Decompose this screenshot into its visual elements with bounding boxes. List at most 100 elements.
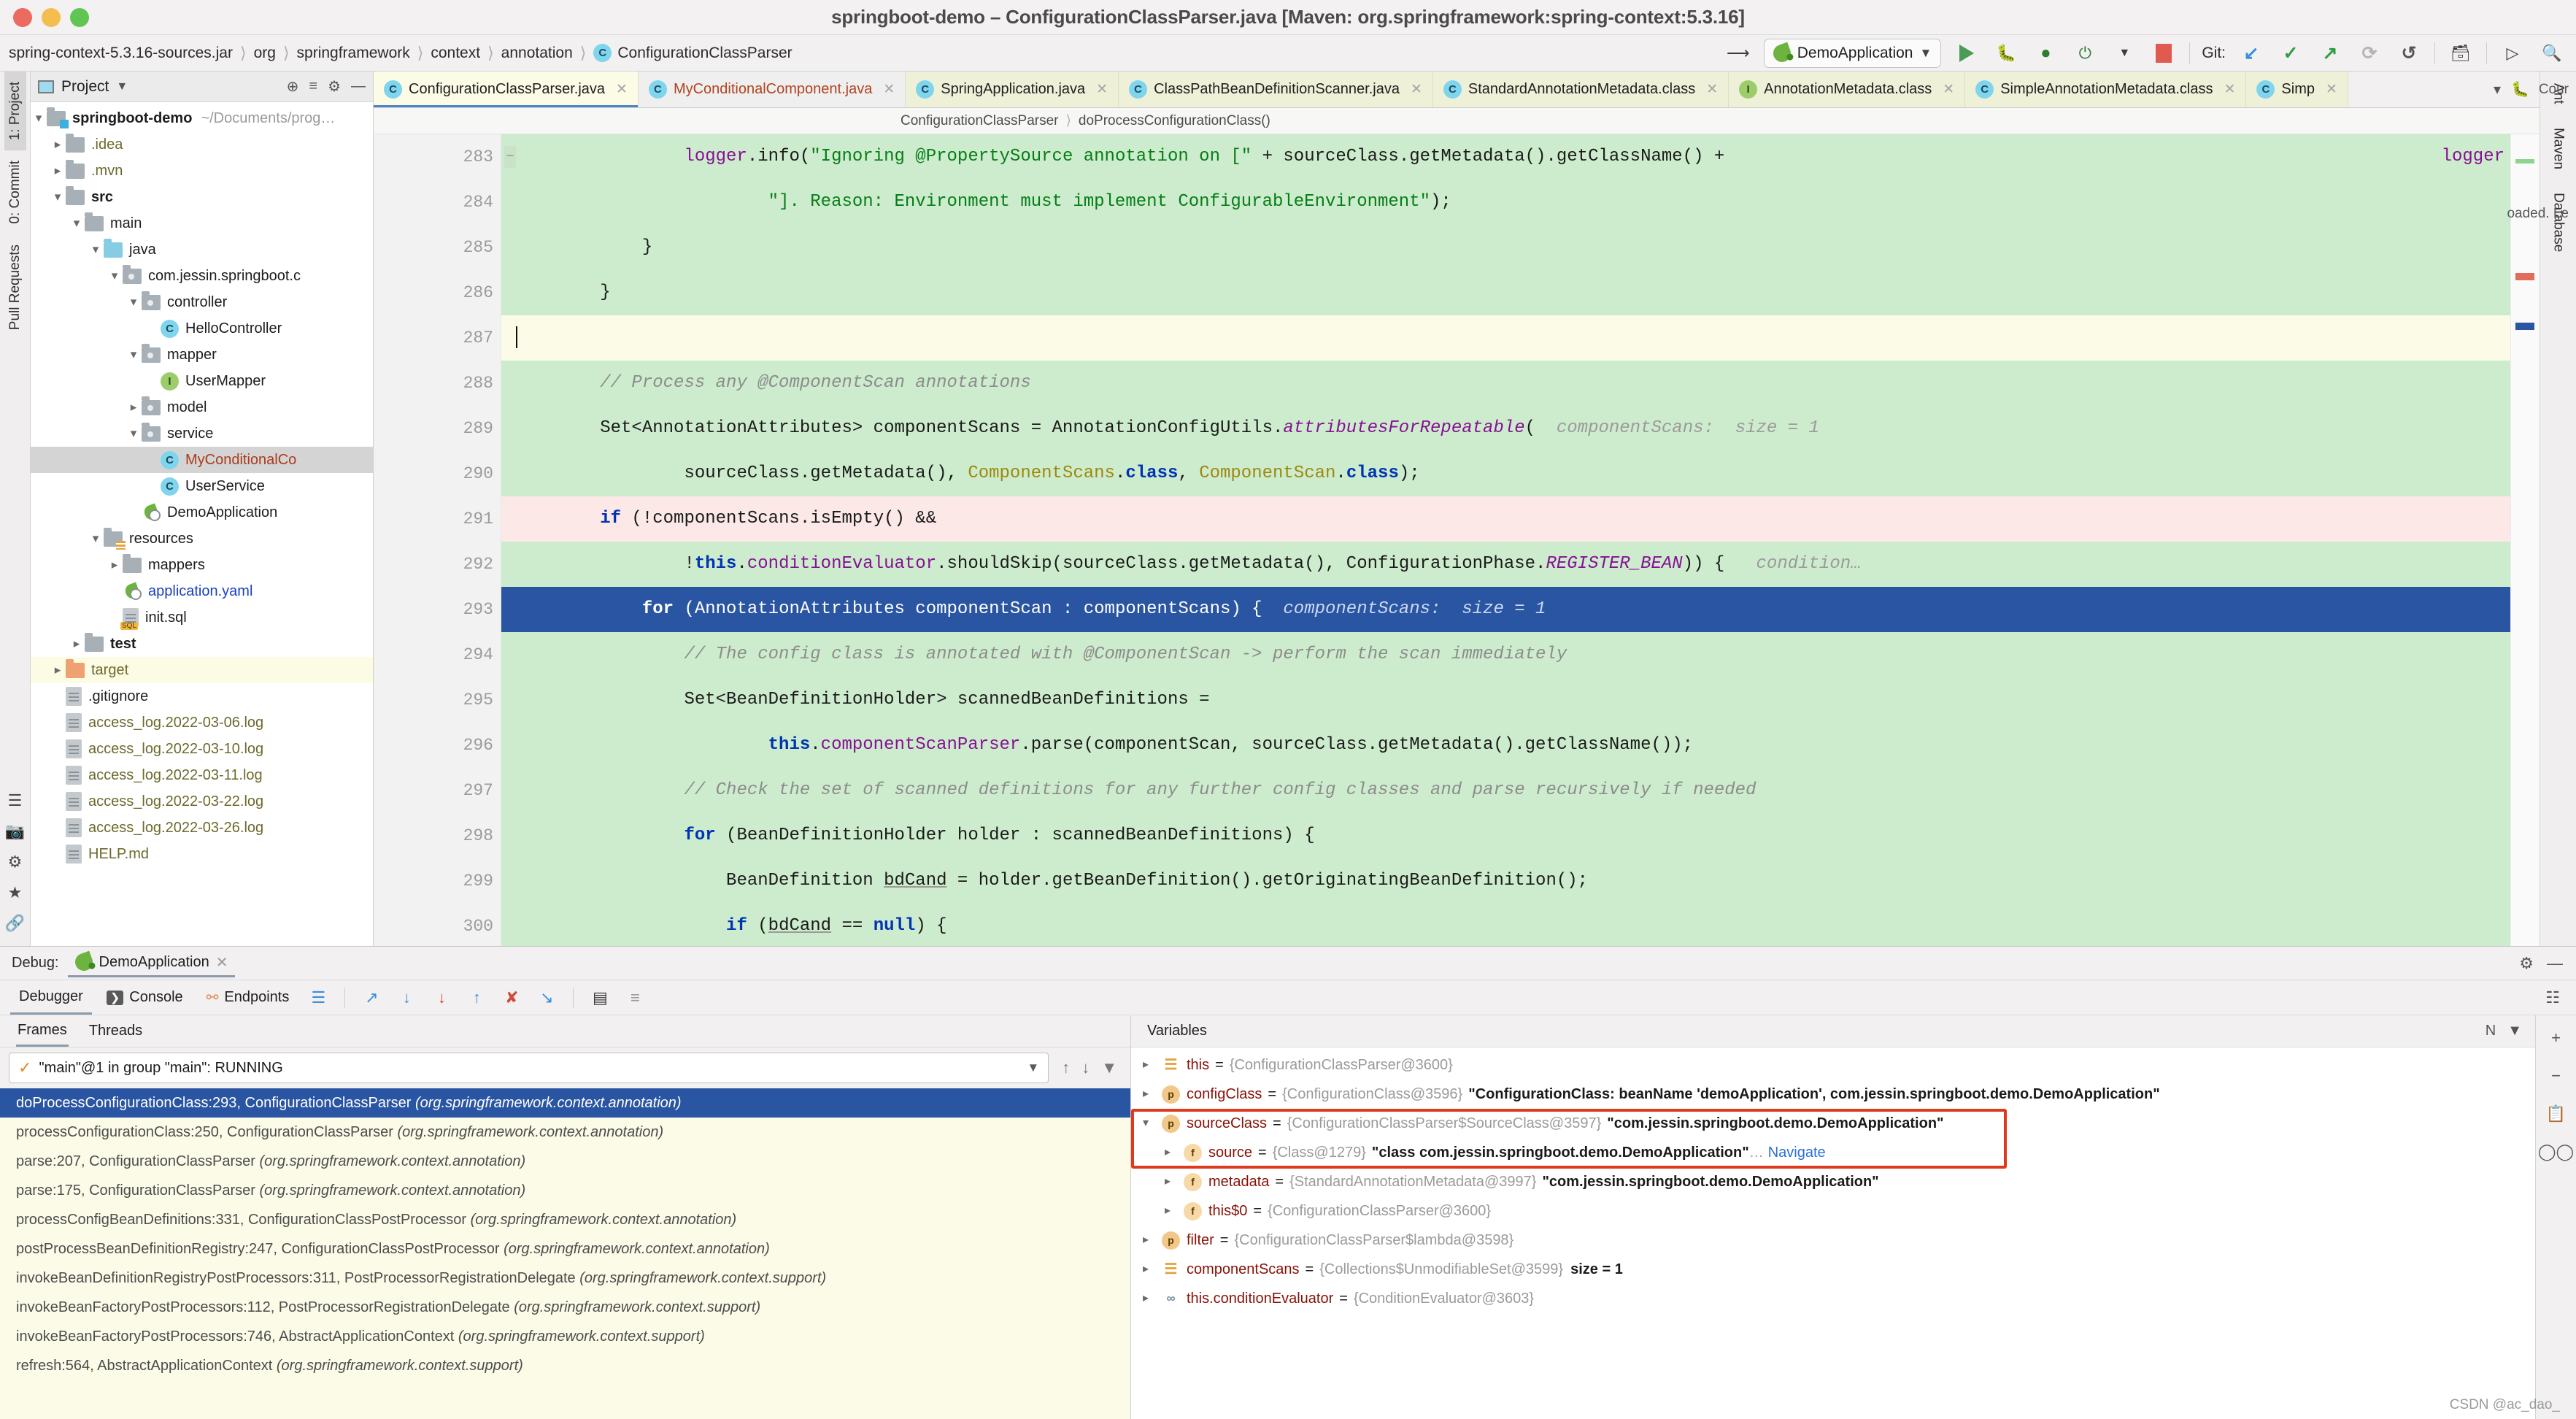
line-number[interactable]: 287 xyxy=(374,315,501,361)
chevron-down-icon[interactable]: ▾ xyxy=(126,426,142,441)
frame-row[interactable]: processConfigurationClass:250, Configura… xyxy=(0,1118,1130,1147)
variable-row[interactable]: ▾ p sourceClass = {ConfigurationClassParser$… xyxy=(1131,1109,2535,1138)
frame-row[interactable]: doProcessConfigurationClass:293, Configu… xyxy=(0,1088,1130,1118)
line-number[interactable]: 295 xyxy=(374,677,501,723)
git-rollback-icon[interactable]: ↺ xyxy=(2395,39,2423,68)
line-number[interactable]: 292 xyxy=(374,542,501,587)
mute-breakpoints-icon[interactable]: ☰ xyxy=(304,985,333,1011)
variable-row[interactable]: ▸ ☰ componentScans = {Collections$Unmodifiab… xyxy=(1131,1255,2535,1284)
code-line[interactable]: if (!componentScans.isEmpty() && xyxy=(501,496,2510,542)
frame-row[interactable]: invokeBeanFactoryPostProcessors:746, Abs… xyxy=(0,1322,1130,1351)
debug-layout-icon[interactable]: ☷ xyxy=(2545,988,2576,1007)
variable-row[interactable]: ▸ p filter = {ConfigurationClassParser$lambd… xyxy=(1131,1226,2535,1255)
line-number[interactable]: 299 xyxy=(374,858,501,904)
run-configuration-selector[interactable]: DemoApplication ▼ xyxy=(1763,38,1942,68)
close-icon[interactable]: ✕ xyxy=(2224,81,2235,98)
git-update-icon[interactable]: ↙ xyxy=(2237,39,2265,68)
camera-icon[interactable]: 📷 xyxy=(5,822,25,841)
line-number[interactable]: 289 xyxy=(374,406,501,451)
editor-tab[interactable]: I AnnotationMetadata.class ✕ xyxy=(1729,72,1966,107)
breadcrumb-item-context[interactable]: context xyxy=(431,45,480,62)
line-number[interactable]: 288 xyxy=(374,361,501,406)
run-to-cursor-icon[interactable]: ↘ xyxy=(532,985,561,1011)
tree-node[interactable]: ▾ mapper xyxy=(31,342,373,368)
code-lines[interactable]: logger.info("Ignoring @PropertySource an… xyxy=(501,134,2510,946)
line-number[interactable]: 294 xyxy=(374,632,501,677)
code-line[interactable]: } xyxy=(501,225,2510,270)
tree-node[interactable]: .gitignore xyxy=(31,683,373,710)
line-number[interactable]: 284 xyxy=(374,180,501,225)
close-icon[interactable]: ✕ xyxy=(883,81,895,98)
profile-icon[interactable]: ⏻ xyxy=(2071,39,2099,68)
chevron-down-icon[interactable]: ▾ xyxy=(31,111,47,126)
breadcrumb-item-class[interactable]: ConfigurationClassParser xyxy=(617,45,792,62)
line-number[interactable]: 291 xyxy=(374,496,524,542)
code-line[interactable]: sourceClass.getMetadata(), ComponentScan… xyxy=(501,451,2510,496)
close-icon[interactable]: ✕ xyxy=(2326,81,2337,98)
frame-row[interactable]: invokeBeanDefinitionRegistryPostProcesso… xyxy=(0,1264,1130,1293)
chevron-down-icon[interactable]: ▾ xyxy=(69,216,85,231)
tree-node[interactable]: application.yaml xyxy=(31,578,373,604)
tree-node[interactable]: ▾ controller xyxy=(31,289,373,315)
editor-tab[interactable]: C SpringApplication.java ✕ xyxy=(906,72,1119,107)
close-icon[interactable]: ✕ xyxy=(1096,81,1108,98)
frames-list[interactable]: doProcessConfigurationClass:293, Configu… xyxy=(0,1088,1130,1419)
tree-node[interactable]: access_log.2022-03-26.log xyxy=(31,815,373,841)
chevron-down-icon[interactable]: ▼ xyxy=(2507,1023,2522,1039)
code-line[interactable]: // The config class is annotated with @C… xyxy=(501,632,2510,677)
close-icon[interactable]: ✕ xyxy=(216,953,228,972)
chevron-right-icon[interactable]: ▸ xyxy=(1165,1167,1184,1196)
editor-breadcrumb-method[interactable]: doProcessConfigurationClass() xyxy=(1079,113,1270,129)
code-line[interactable]: !this.conditionEvaluator.shouldSkip(sour… xyxy=(501,146,2510,587)
chevron-right-icon[interactable]: ▸ xyxy=(50,137,66,152)
chevron-down-icon[interactable]: ▾ xyxy=(1143,1109,1162,1138)
chevron-right-icon[interactable]: ▸ xyxy=(69,637,85,651)
code-line[interactable]: if (bdCand == null) { xyxy=(501,146,2510,946)
tree-node[interactable]: init.sql xyxy=(31,604,373,631)
tree-node[interactable]: access_log.2022-03-06.log xyxy=(31,710,373,736)
debug-settings-icon[interactable]: ≡ xyxy=(620,985,649,1011)
git-commit-icon[interactable]: ✓ xyxy=(2277,39,2305,68)
thread-selector[interactable]: ✓ "main"@1 in group "main": RUNNING ▼ xyxy=(9,1053,1049,1083)
project-structure-icon[interactable]: 🗃 xyxy=(2447,39,2475,68)
close-icon[interactable]: ✕ xyxy=(1706,81,1718,98)
code-line[interactable] xyxy=(501,315,2510,361)
tab-frames[interactable]: Frames xyxy=(16,1016,69,1047)
step-into-icon[interactable]: ↓ xyxy=(392,985,421,1011)
line-number-gutter[interactable]: 2832842852862872882892902912922932942952… xyxy=(374,134,524,946)
chevron-right-icon[interactable]: ▸ xyxy=(1143,1255,1162,1284)
code-line[interactable]: Set<BeanDefinitionHolder> scannedBeanDef… xyxy=(501,677,2510,723)
tree-node[interactable]: access_log.2022-03-22.log xyxy=(31,788,373,815)
chevron-down-icon[interactable]: ▼ xyxy=(2110,39,2138,68)
step-over-icon[interactable]: ↗ xyxy=(357,985,386,1011)
tab-debugger[interactable]: Debugger xyxy=(10,981,92,1015)
variable-row[interactable]: ▸ ☰ this = {ConfigurationClassParser@3600} xyxy=(1131,1050,2535,1080)
breadcrumb-item-annotation[interactable]: annotation xyxy=(501,45,573,62)
sidebar-item-pull-requests[interactable]: Pull Requests xyxy=(4,234,26,340)
breadcrumb-item-springframework[interactable]: springframework xyxy=(297,45,410,62)
close-icon[interactable]: ✕ xyxy=(1943,81,1954,98)
step-out-icon[interactable]: ↑ xyxy=(462,985,491,1011)
chevron-right-icon[interactable]: ▸ xyxy=(1165,1138,1184,1167)
search-everywhere-icon[interactable]: 🔍 xyxy=(2538,39,2566,68)
chevron-down-icon[interactable]: ▼ xyxy=(1027,1061,1039,1075)
git-push-icon[interactable]: ↗ xyxy=(2316,39,2344,68)
line-number[interactable]: 290 xyxy=(374,451,501,496)
tree-node[interactable]: ▾ src xyxy=(31,184,373,210)
sidebar-item-database[interactable]: Database xyxy=(2548,181,2569,264)
close-icon[interactable]: ✕ xyxy=(1411,81,1422,98)
frame-down-icon[interactable]: ↓ xyxy=(1081,1058,1090,1077)
chevron-down-icon[interactable]: ▾ xyxy=(88,531,104,546)
editor-tab[interactable]: C ConfigurationClassParser.java ✕ xyxy=(374,72,639,107)
tree-node[interactable]: I UserMapper xyxy=(31,368,373,394)
back-arrow-icon[interactable]: ⟶ xyxy=(1724,39,1752,68)
line-number[interactable]: 297 xyxy=(374,768,501,813)
variables-list[interactable]: ▸ ☰ this = {ConfigurationClassParser@3600} ▸ p… xyxy=(1131,1047,2535,1419)
frame-row[interactable]: refresh:564, AbstractApplicationContext … xyxy=(0,1351,1130,1380)
tree-node[interactable]: C MyConditionalCo xyxy=(31,447,373,473)
chevron-down-icon[interactable]: ▾ xyxy=(126,347,142,362)
filter-icon[interactable]: ▼ xyxy=(1101,1058,1117,1077)
variable-row[interactable]: ▸ f source = {Class@1279} "class com.jessin.s… xyxy=(1131,1138,2535,1167)
tree-node[interactable]: ▸ model xyxy=(31,394,373,420)
line-number[interactable]: 300 xyxy=(374,904,501,946)
